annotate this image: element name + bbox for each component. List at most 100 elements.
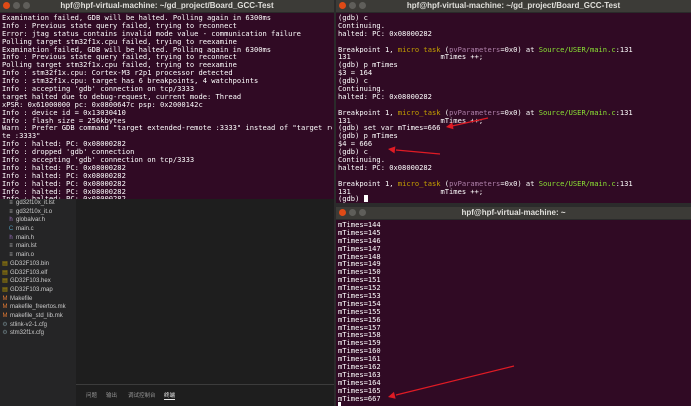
binary-icon: ▤ [2,260,8,267]
file-item[interactable]: ▤ GD32F103.elf [0,269,76,278]
terminal-line: mTimes=147 [338,244,381,253]
c-file-icon: C [8,226,14,233]
terminal-output[interactable]: mTimes=144 mTimes=145 mTimes=146 mTimes=147… [336,220,691,406]
param-name: pvParameters [449,179,501,188]
terminal-text: Breakpoint 1, [338,108,398,117]
function-name: micro_task [397,45,441,54]
terminal-line: Info : Previous state query failed, tryi… [2,21,237,30]
file-name: stlink-v2-1.cfg [10,321,48,328]
file-item[interactable]: M Makefile [0,295,76,304]
terminal-line: Info : stm32f1x.cpu: target has 6 breakp… [2,77,259,86]
terminal-line: Continuing. [338,21,385,30]
file-name: main.h [16,234,35,241]
terminal-text: =0x0) at [500,179,539,188]
file-icon: ≡ [9,252,13,259]
makefile-icon: M [2,304,8,311]
function-name: micro_task [397,108,441,117]
terminal-line: (gdb) c [338,77,368,86]
terminal-window-serial[interactable]: hpf@hpf-virtual-machine: ~ mTimes=144 mTi… [336,207,691,406]
file-item[interactable]: ▤ GD32F103.map [0,286,76,295]
file-item[interactable]: ≡ gd32f10x_it.lst [0,199,76,208]
binary-icon: ▤ [2,286,8,293]
gear-icon: ⚙ [2,321,8,328]
ide-window: ≡ gd32f10x_it.lst ≡ gd32f10x_it.o h globalvar… [0,199,334,406]
terminal-output[interactable]: Examination failed, GDB will be halted. … [0,13,334,199]
file-item[interactable]: ≡ gd32f10x_it.o [0,208,76,217]
terminal-line: halted: PC: 0x08000282 [338,163,432,172]
file-name: main.c [16,226,34,233]
terminal-line: mTimes=145 [338,228,381,237]
terminal-line: mTimes=148 [338,252,381,261]
terminal-line: Examination failed, GDB will be halted. … [2,14,272,22]
terminal-line: Error: jtag status contains invalid mode… [2,29,301,38]
file-explorer[interactable]: ≡ gd32f10x_it.lst ≡ gd32f10x_it.o h globalvar… [0,199,76,406]
terminal-line: halted: PC: 0x08000282 [338,29,432,38]
terminal-line: Info : accepting 'gdb' connection on tcp… [2,156,195,164]
file-item[interactable]: Mmakefile_freertos.mk [0,303,76,312]
terminal-line: mTimes=164 [338,378,381,387]
file-item[interactable]: ▤ GD32F103.bin [0,260,76,269]
h-file-icon: h [9,234,13,241]
file-item[interactable]: Cmain.c [0,225,76,234]
terminal-output[interactable]: (gdb) c Continuing. halted: PC: 0x08000282… [336,13,691,203]
terminal-line: mTimes=163 [338,370,381,379]
window-titlebar[interactable]: hpf@hpf-virtual-machine: ~/gd_project/Bo… [0,0,334,13]
terminal-line: Polling target stm32f1x.cpu failed, tryi… [2,37,237,46]
window-titlebar[interactable]: hpf@hpf-virtual-machine: ~ [336,207,691,220]
file-item[interactable]: ⚙ stm32f1x.cfg [0,329,76,338]
file-item[interactable]: Mmakefile_std_lib.mk [0,312,76,321]
terminal-text: ( [440,45,450,54]
terminal-line: mTimes=153 [338,292,381,300]
tab-problems[interactable]: 问题 [86,391,97,399]
terminal-window-openocd[interactable]: hpf@hpf-virtual-machine: ~/gd_project/Bo… [0,0,334,199]
terminal-line: Info : device id = 0x13030410 [2,108,126,117]
terminal-line: Continuing. [338,85,385,93]
h-file-icon: h [9,217,13,224]
file-name: gd32f10x_it.lst [16,200,55,206]
file-item[interactable]: ≡ main.o [0,251,76,260]
file-item[interactable]: ▤ GD32F103.hex [0,277,76,286]
file-path: Source/USER/main.c [538,179,616,188]
tab-output[interactable]: 输出 [106,391,117,399]
file-item[interactable]: h globalvar.h [0,216,76,225]
file-item[interactable]: ≡ main.lst [0,242,76,251]
file-name: Makefile [10,295,33,302]
file-icon: ≡ [9,243,13,250]
terminal-line: mTimes=667 [338,394,381,403]
terminal-line: mTimes=154 [338,299,381,308]
file-name: GD32F103.bin [10,260,50,267]
terminal-line: Info : halted: PC: 0x08000282 [2,140,126,149]
file-path: Source/USER/main.c [538,108,616,117]
terminal-line: Continuing. [338,156,385,164]
terminal-line: $4 = 666 [338,140,373,149]
terminal-line: Info : accepting 'gdb' connection on tcp… [2,85,195,93]
window-titlebar[interactable]: hpf@hpf-virtual-machine: ~/gd_project/Bo… [336,0,691,13]
terminal-line: mTimes=159 [338,339,381,348]
tab-terminal[interactable]: 终端 [164,391,176,400]
makefile-icon: M [2,312,8,319]
terminal-text: :131 [615,179,633,188]
terminal-line: xPSR: 0x61000000 pc: 0x0800647c psp: 0x2… [2,100,203,109]
file-item[interactable]: ⚙ stlink-v2-1.cfg [0,321,76,330]
terminal-window-gdb[interactable]: hpf@hpf-virtual-machine: ~/gd_project/Bo… [336,0,691,203]
file-icon: ≡ [9,200,13,206]
terminal-text: =0x0) at [500,45,539,54]
file-path: Source/USER/main.c [538,45,616,54]
terminal-text: =0x0) at [500,108,539,117]
file-icon: ≡ [9,208,13,215]
terminal-line: mTimes=156 [338,315,381,324]
file-item[interactable]: h main.h [0,234,76,243]
terminal-line: (gdb) p mTimes [338,61,398,70]
terminal-line: mTimes=149 [338,260,381,269]
editor-area[interactable] [76,199,334,384]
tab-debug-console[interactable]: 调试控制台 [128,391,156,399]
terminal-line: mTimes=158 [338,331,381,340]
terminal-line: mTimes=160 [338,347,381,356]
terminal-line: mTimes=155 [338,307,381,316]
terminal-line: Info : halted: PC: 0x08000282 [2,171,126,180]
terminal-line: mTimes=162 [338,363,381,371]
cursor [338,402,341,406]
